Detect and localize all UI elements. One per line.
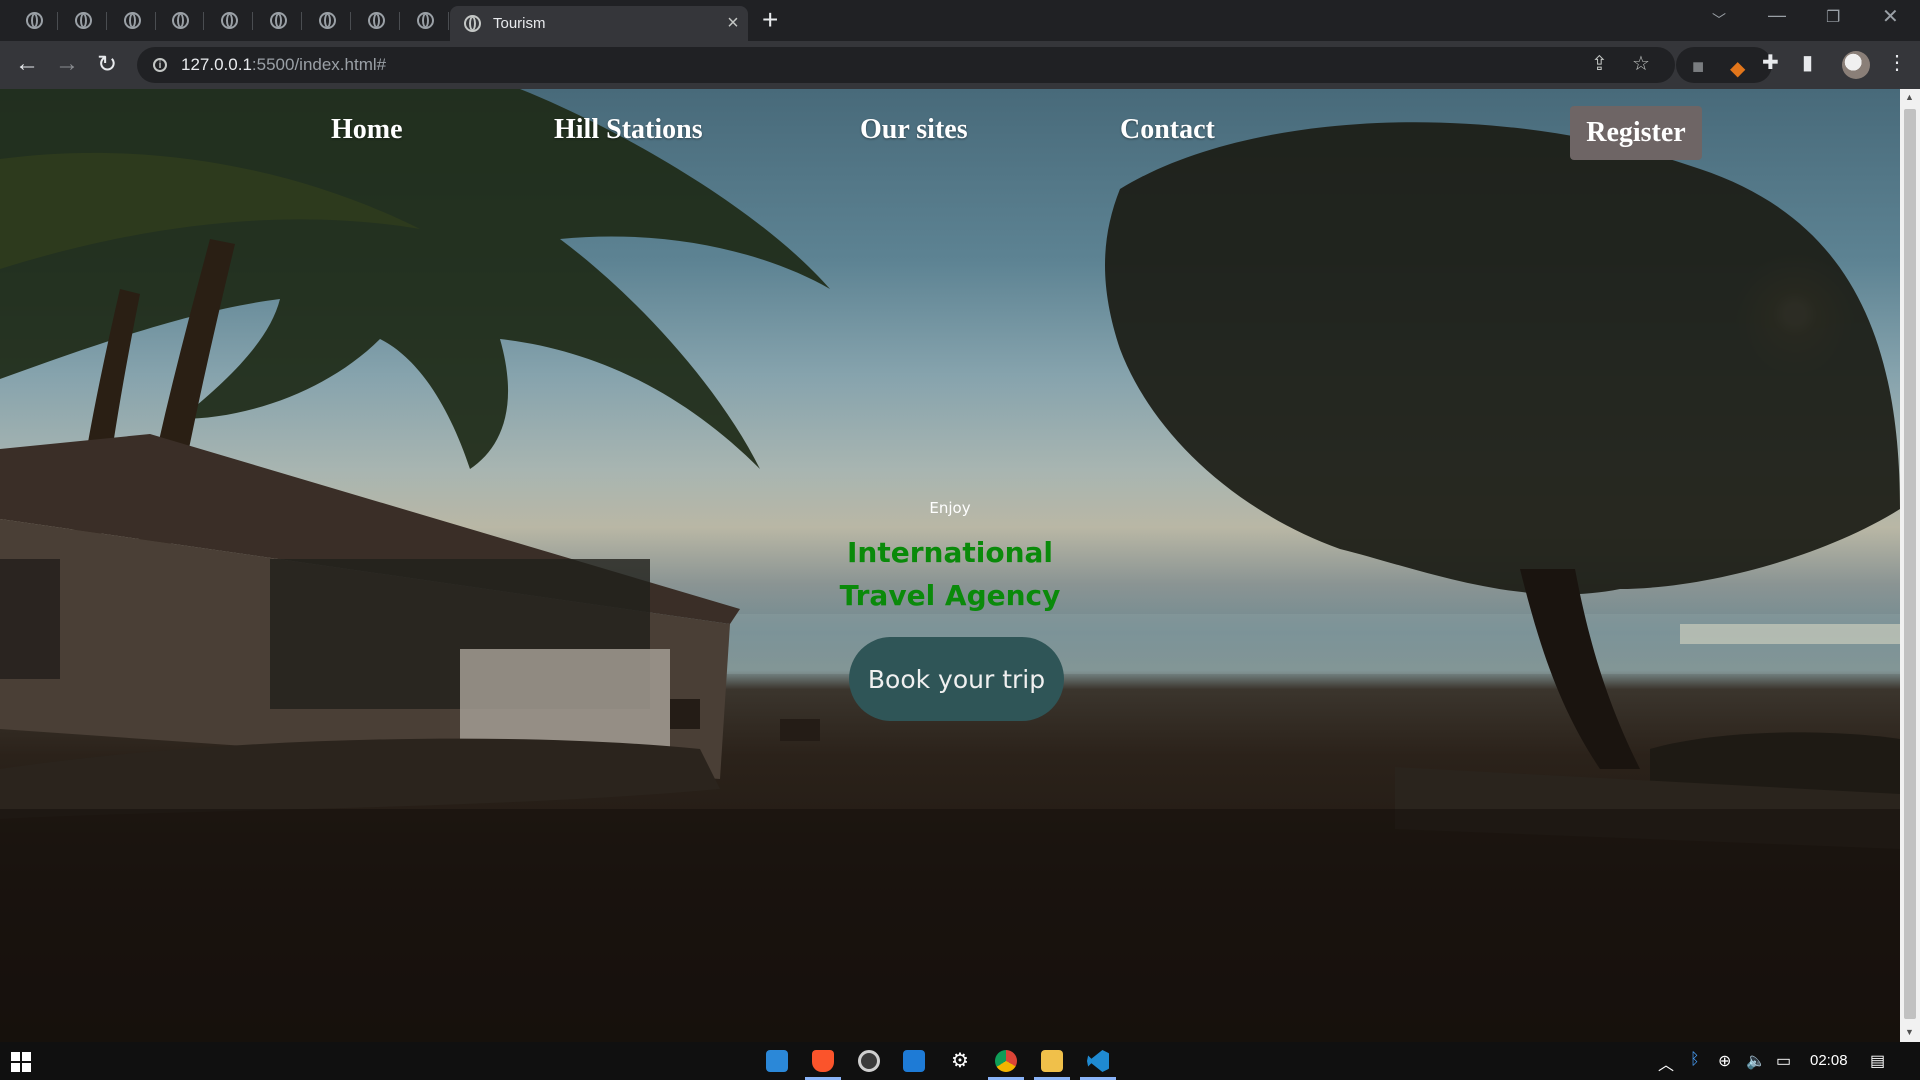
globe-icon	[269, 12, 287, 29]
hero-eyebrow: Enjoy	[929, 499, 971, 517]
reload-button[interactable]: ↻	[92, 50, 122, 79]
bookmark-star-icon[interactable]: ☆	[1632, 51, 1650, 76]
extension-icon[interactable]: ■	[1692, 56, 1704, 79]
nav-hill-stations-link[interactable]: Hill Stations	[554, 114, 703, 146]
file-explorer-icon[interactable]	[1041, 1050, 1063, 1072]
tab-search-chevron-icon[interactable]: ﹀	[1712, 10, 1726, 30]
network-globe-icon[interactable]: ⊕	[1718, 1051, 1731, 1071]
vscode-icon[interactable]	[1087, 1050, 1109, 1072]
pinned-tab[interactable]	[59, 0, 107, 41]
active-tab[interactable]: Tourism ×	[450, 6, 748, 41]
menu-kebab-icon[interactable]: ⋮	[1887, 50, 1907, 75]
minimize-icon[interactable]: —	[1768, 5, 1786, 26]
extensions-group: ■ ◆	[1676, 47, 1772, 83]
mail-app-icon[interactable]	[766, 1050, 788, 1072]
hero-title: International Travel Agency	[839, 536, 1061, 612]
metamask-fox-icon[interactable]: ◆	[1730, 56, 1745, 81]
bluetooth-icon[interactable]: ᛒ	[1690, 1051, 1700, 1069]
pinned-tab[interactable]	[352, 0, 400, 41]
store-app-icon[interactable]	[903, 1050, 925, 1072]
globe-icon	[416, 12, 434, 29]
page-viewport: Home Hill Stations Our sites Contact Reg…	[0, 89, 1900, 1042]
pinned-tab[interactable]	[303, 0, 351, 41]
globe-icon	[123, 12, 141, 29]
forward-button[interactable]: →	[52, 50, 82, 78]
hero-section: Enjoy International Travel Agency	[700, 499, 1200, 617]
obs-app-icon[interactable]	[858, 1050, 880, 1072]
pinned-tab[interactable]	[401, 0, 449, 41]
battery-icon[interactable]: ▭	[1776, 1051, 1791, 1071]
pinned-tab[interactable]	[108, 0, 156, 41]
globe-icon	[464, 15, 481, 32]
tab-strip: Tourism × + ﹀ — ❐ ✕	[0, 0, 1920, 41]
taskbar-clock[interactable]: 02:08	[1810, 1052, 1848, 1069]
register-button[interactable]: Register	[1570, 106, 1702, 160]
pinned-tab[interactable]	[254, 0, 302, 41]
side-panel-icon[interactable]: ▮	[1802, 50, 1813, 75]
globe-icon	[318, 12, 336, 29]
tab-title: Tourism	[493, 15, 546, 32]
nav-home-link[interactable]: Home	[331, 114, 403, 146]
notifications-icon[interactable]: ▤	[1870, 1051, 1885, 1071]
window-close-icon[interactable]: ✕	[1882, 4, 1899, 29]
nav-contact-link[interactable]: Contact	[1120, 114, 1215, 146]
pinned-tab[interactable]	[156, 0, 204, 41]
back-button[interactable]: ←	[12, 50, 42, 78]
tray-overflow-chevron-icon[interactable]: ︿	[1658, 1051, 1674, 1075]
globe-icon	[367, 12, 385, 29]
chrome-browser-icon[interactable]	[995, 1050, 1017, 1072]
brave-browser-icon[interactable]	[812, 1050, 834, 1072]
volume-icon[interactable]: 🔈	[1746, 1051, 1766, 1071]
restore-icon[interactable]: ❐	[1826, 7, 1840, 27]
globe-icon	[25, 12, 43, 29]
puzzle-extensions-icon[interactable]: ✚	[1762, 50, 1779, 75]
windows-taskbar: ⚙ ︿ ᛒ ⊕ 🔈 ▭ 02:08 ▤	[0, 1042, 1920, 1080]
profile-avatar[interactable]	[1842, 51, 1870, 79]
scroll-down-arrow-icon[interactable]: ▼	[1905, 1027, 1914, 1037]
nav-our-sites-link[interactable]: Our sites	[860, 114, 968, 146]
page-scrollbar[interactable]: ▲ ▼	[1900, 89, 1920, 1042]
pinned-tab[interactable]	[10, 0, 58, 41]
new-tab-button[interactable]: +	[762, 4, 778, 36]
url-path: :5500/index.html#	[251, 55, 387, 74]
close-icon[interactable]: ×	[718, 12, 748, 35]
url-host: 127.0.0.1	[181, 55, 252, 74]
windows-start-icon[interactable]	[11, 1052, 31, 1072]
globe-icon	[220, 12, 238, 29]
book-trip-button[interactable]: Book your trip	[849, 637, 1064, 721]
register-label: Register	[1586, 117, 1686, 148]
address-bar[interactable]: i 127.0.0.1:5500/index.html# ⇪ ☆	[137, 47, 1675, 83]
globe-icon	[171, 12, 189, 29]
pinned-tab[interactable]	[205, 0, 253, 41]
globe-icon	[74, 12, 92, 29]
scroll-up-arrow-icon[interactable]: ▲	[1905, 92, 1914, 102]
scrollbar-thumb[interactable]	[1904, 109, 1916, 1019]
browser-toolbar: ← → ↻ i 127.0.0.1:5500/index.html# ⇪ ☆ ■…	[0, 41, 1920, 89]
share-icon[interactable]: ⇪	[1591, 51, 1608, 76]
info-icon[interactable]: i	[153, 58, 167, 72]
settings-gear-icon[interactable]: ⚙	[949, 1050, 971, 1072]
